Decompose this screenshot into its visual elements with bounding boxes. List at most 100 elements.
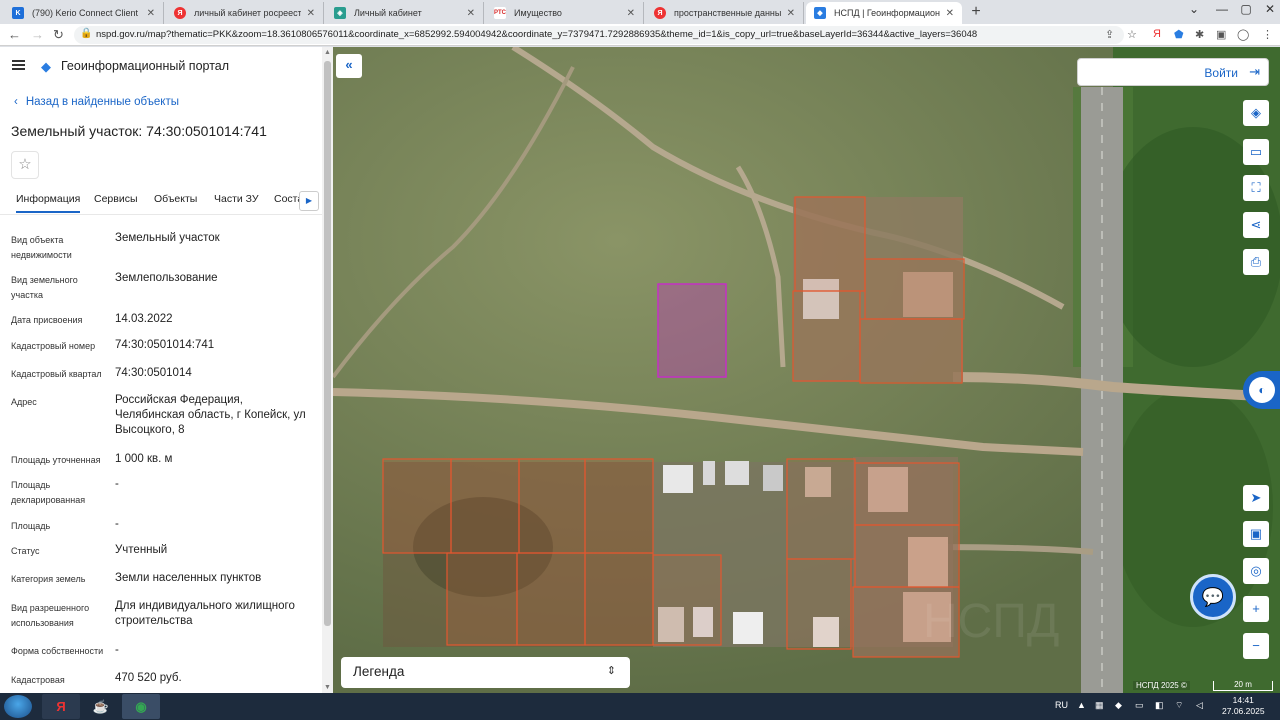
- scale-bar: 20 m: [1213, 681, 1273, 691]
- sidebar-icon[interactable]: ▣: [1216, 28, 1226, 41]
- profile-icon[interactable]: ◯: [1237, 28, 1249, 41]
- yandex-browser-taskbar-icon[interactable]: Я: [42, 694, 80, 719]
- attr-label: Площадь: [11, 521, 51, 531]
- battery-icon[interactable]: ▭: [1135, 700, 1144, 711]
- close-icon[interactable]: ✕: [467, 8, 475, 19]
- nspd-icon: ◆: [814, 7, 826, 19]
- attr-value: Для индивидуального жилищного строительс…: [115, 600, 295, 627]
- close-icon[interactable]: ✕: [147, 8, 155, 19]
- wifi-icon[interactable]: ⌔: [1175, 700, 1183, 711]
- tab-services[interactable]: Сервисы: [94, 193, 138, 205]
- rosreestr-icon: ◈: [334, 7, 346, 19]
- attr-label: Категория земель: [11, 574, 86, 584]
- tab-information[interactable]: Информация: [16, 193, 81, 213]
- side-widget-button[interactable]: ◐: [1243, 371, 1280, 409]
- volume-icon[interactable]: ◁: [1196, 700, 1203, 711]
- zoom-in-button[interactable]: +: [1243, 596, 1269, 622]
- info-panel: ◆ Геоинформационный портал ‹ Назад в найд…: [0, 47, 333, 693]
- tray-icon[interactable]: ▲: [1077, 700, 1086, 710]
- attr-value: 470 520 руб.: [115, 672, 182, 684]
- attr-label: Статус: [11, 546, 40, 556]
- attr-label: Кадастровая: [11, 675, 65, 685]
- browser-tab[interactable]: K (790) Kerio Connect Client ✕: [4, 2, 164, 24]
- browser-tab-active[interactable]: ◆ НСПД | Геоинформационный п✕: [806, 2, 962, 24]
- tab-search-icon[interactable]: ⌄: [1180, 2, 1208, 16]
- bookmark-star-icon[interactable]: ☆: [1127, 28, 1137, 41]
- clock[interactable]: 14:41 27.06.2025: [1222, 695, 1265, 717]
- browser-tab[interactable]: Я личный кабинет росреестра —✕: [166, 2, 324, 24]
- select-area-icon[interactable]: ⛶: [1243, 175, 1269, 201]
- tray-app-icon[interactable]: ◆: [1115, 700, 1122, 711]
- browser-tab[interactable]: Я пространственные данные рос✕: [646, 2, 804, 24]
- scrollbar-thumb[interactable]: [324, 61, 331, 626]
- attr-value: Землепользование: [115, 272, 218, 284]
- close-icon[interactable]: ✕: [627, 8, 635, 19]
- tabs-scroll-right-icon[interactable]: ▶: [299, 191, 319, 211]
- map-view[interactable]: НСПД « Войти ⇥ ◈ ▭ ⛶ ⋖ ⎙ ◐ ➤ ▣ ◎ + − 💬 Л…: [333, 47, 1280, 693]
- share-icon[interactable]: ⇪: [1105, 28, 1114, 41]
- layers-icon[interactable]: ◈: [1243, 100, 1269, 126]
- close-icon[interactable]: ✕: [946, 8, 954, 19]
- extensions-puzzle-icon[interactable]: ✱: [1195, 28, 1204, 41]
- url-bar[interactable]: 🔒 nspd.gov.ru/map?thematic=PKK&zoom=18.3…: [74, 26, 1124, 44]
- attr-value: -: [115, 478, 119, 490]
- chevron-up-down-icon: ⇕: [606, 665, 616, 677]
- browser-tab[interactable]: РТС Имущество ✕: [486, 2, 644, 24]
- rts-icon: РТС: [494, 7, 506, 19]
- java-taskbar-icon[interactable]: ☕: [82, 694, 120, 719]
- scroll-down-icon[interactable]: ▼: [324, 684, 331, 691]
- favorite-star-button[interactable]: ☆: [11, 151, 39, 179]
- new-tab-button[interactable]: +: [965, 2, 987, 22]
- attr-label: Адрес: [11, 397, 37, 407]
- menu-icon[interactable]: ⋮: [1262, 28, 1273, 41]
- chat-button[interactable]: 💬: [1190, 574, 1236, 620]
- language-indicator[interactable]: RU: [1055, 700, 1068, 710]
- zoom-out-button[interactable]: −: [1243, 633, 1269, 659]
- attr-label: Кадастровый квартал: [11, 369, 102, 379]
- yandex-icon: Я: [654, 7, 666, 19]
- login-button[interactable]: Войти ⇥: [1077, 58, 1269, 86]
- search-location-icon[interactable]: ◎: [1243, 558, 1269, 584]
- back-icon[interactable]: ←: [8, 27, 21, 42]
- print-icon[interactable]: ⎙: [1243, 249, 1269, 275]
- chevron-left-icon: ‹: [14, 96, 18, 108]
- attr-value: 14.03.2022: [115, 313, 173, 325]
- back-to-results-link[interactable]: ‹ Назад в найденные объекты: [14, 96, 179, 108]
- attr-value: Земельный участок: [115, 232, 220, 244]
- attr-value: Земли населенных пунктов: [115, 572, 262, 584]
- attr-label: Площадь уточненная: [11, 455, 101, 465]
- selected-parcel[interactable]: [657, 283, 727, 378]
- share-link-icon[interactable]: ⋖: [1243, 212, 1269, 238]
- yandex-icon: Я: [174, 7, 186, 19]
- panel-scrollbar[interactable]: ▲ ▼: [322, 47, 333, 693]
- close-icon[interactable]: ✕: [307, 8, 315, 19]
- browser-tab[interactable]: ◈ Личный кабинет ✕: [326, 2, 484, 24]
- attr-value: -: [115, 644, 119, 656]
- chrome-taskbar-icon[interactable]: ◉: [122, 694, 160, 719]
- attr-label: Форма собственности: [11, 646, 104, 656]
- assistant-icon: ◐: [1249, 377, 1275, 403]
- yandex-extension-icon[interactable]: Я: [1153, 28, 1161, 40]
- attr-value: 74:30:0501014:741: [115, 339, 215, 351]
- scroll-up-icon[interactable]: ▲: [324, 49, 331, 56]
- tab-parts[interactable]: Части ЗУ: [214, 193, 259, 205]
- notification-icon[interactable]: ◧: [1155, 700, 1164, 711]
- tab-objects[interactable]: Объекты: [154, 193, 197, 205]
- minimap-icon[interactable]: ▣: [1243, 521, 1269, 547]
- hamburger-menu-icon[interactable]: [12, 60, 25, 70]
- ruler-icon[interactable]: ▭: [1243, 139, 1269, 165]
- panel-header: ◆ Геоинформационный портал: [0, 47, 333, 87]
- portal-title: Геоинформационный портал: [61, 59, 230, 73]
- geolocation-icon[interactable]: ➤: [1243, 485, 1269, 511]
- reload-icon[interactable]: ↻: [53, 27, 64, 43]
- close-icon[interactable]: ✕: [787, 8, 795, 19]
- satellite-imagery: НСПД: [333, 47, 1280, 693]
- forward-icon[interactable]: →: [31, 27, 44, 42]
- start-button[interactable]: [4, 695, 32, 718]
- collapse-panel-button[interactable]: «: [336, 54, 362, 78]
- legend-dropdown[interactable]: Легенда ⇕: [341, 657, 630, 688]
- browser-tab-strip: K (790) Kerio Connect Client ✕ Я личный к…: [0, 0, 1280, 24]
- close-window-icon[interactable]: ✕: [1256, 2, 1280, 16]
- network-icon[interactable]: ▦: [1095, 700, 1104, 711]
- extension-icon[interactable]: ⬟: [1174, 28, 1184, 41]
